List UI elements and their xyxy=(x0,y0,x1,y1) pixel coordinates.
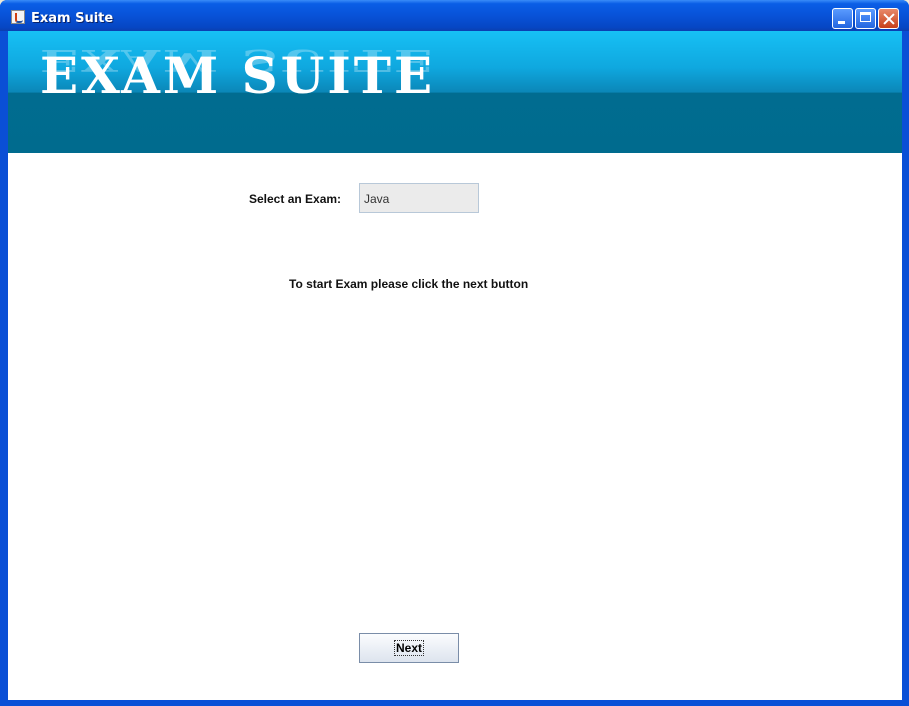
main-panel: EXAM SUITE EXAM SUITE Select an Exam: Ja… xyxy=(8,31,902,700)
banner-title: EXAM SUITE xyxy=(40,46,436,105)
minimize-button[interactable] xyxy=(832,8,853,29)
window-title: Exam Suite xyxy=(31,11,114,26)
next-button-label: Next xyxy=(393,640,424,656)
next-button[interactable]: Next xyxy=(359,633,459,663)
instruction-text: To start Exam please click the next butt… xyxy=(289,277,529,291)
select-exam-label: Select an Exam: xyxy=(249,192,342,206)
java-app-icon[interactable] xyxy=(11,10,25,24)
maximize-button[interactable] xyxy=(855,8,876,29)
app-window: Exam Suite EXAM SUITE EXAM SUITE Select … xyxy=(0,0,909,706)
exam-select-field[interactable]: Java xyxy=(359,183,479,213)
header-banner: EXAM SUITE EXAM SUITE xyxy=(8,31,902,153)
title-bar[interactable]: Exam Suite xyxy=(0,0,909,31)
close-button[interactable] xyxy=(878,8,899,29)
